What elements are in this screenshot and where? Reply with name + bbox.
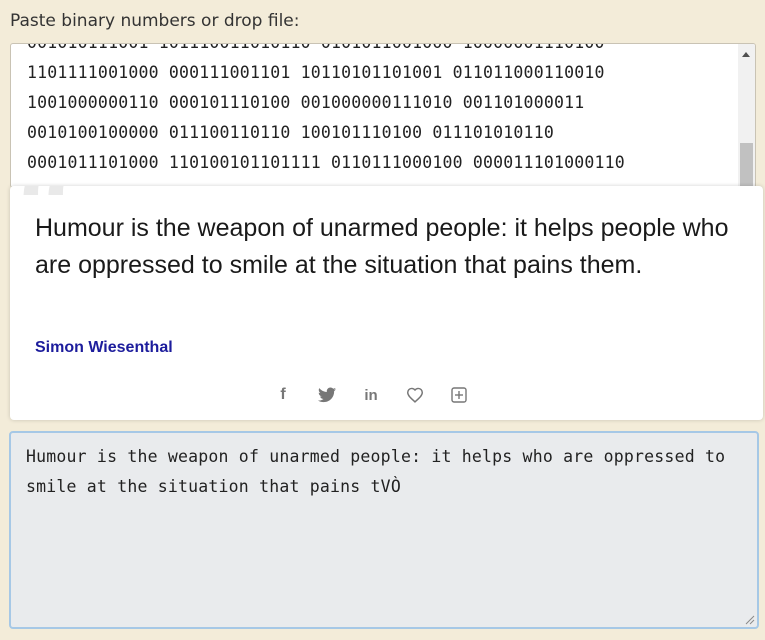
binary-lines: 001010111001 101110011010110 01010110010… [27,44,625,178]
binary-line: 1001000000110 000101110100 0010000001110… [27,93,585,112]
decoded-output-text: Humour is the weapon of unarmed people: … [26,447,726,496]
plus-square-svg [451,387,467,403]
input-label: Paste binary numbers or drop file: [10,11,300,31]
binary-line: 0001011101000 110100101101111 0110111000… [27,153,625,172]
twitter-icon[interactable] [316,384,338,406]
binary-input-textarea[interactable]: 001010111001 101110011010110 01010110010… [10,43,756,188]
binary-line: 0010100100000 011100110110 100101110100 … [27,123,554,142]
scroll-up-icon[interactable] [742,52,750,57]
heart-icon[interactable] [404,384,426,406]
quote-card: “ Humour is the weapon of unarmed people… [10,186,763,420]
decoded-output-textarea[interactable]: Humour is the weapon of unarmed people: … [9,431,759,629]
facebook-icon[interactable]: f [272,384,294,406]
binary-line: 1101111001000 000111001101 1011010110100… [27,63,605,82]
vertical-scrollbar[interactable] [738,44,755,187]
scrollbar-thumb[interactable] [740,143,753,187]
facebook-glyph: f [280,386,286,403]
resize-grip-icon[interactable] [745,615,755,625]
twitter-bird-svg [318,387,336,403]
linkedin-glyph: in [364,386,378,404]
linkedin-icon[interactable]: in [360,384,382,406]
binary-line: 001010111001 101110011010110 01010110010… [27,44,625,58]
quote-author-link[interactable]: Simon Wiesenthal [35,339,173,357]
heart-svg [406,387,424,403]
plus-square-icon[interactable] [448,384,470,406]
share-bar: f in [272,384,470,406]
quote-text: Humour is the weapon of unarmed people: … [35,214,729,279]
